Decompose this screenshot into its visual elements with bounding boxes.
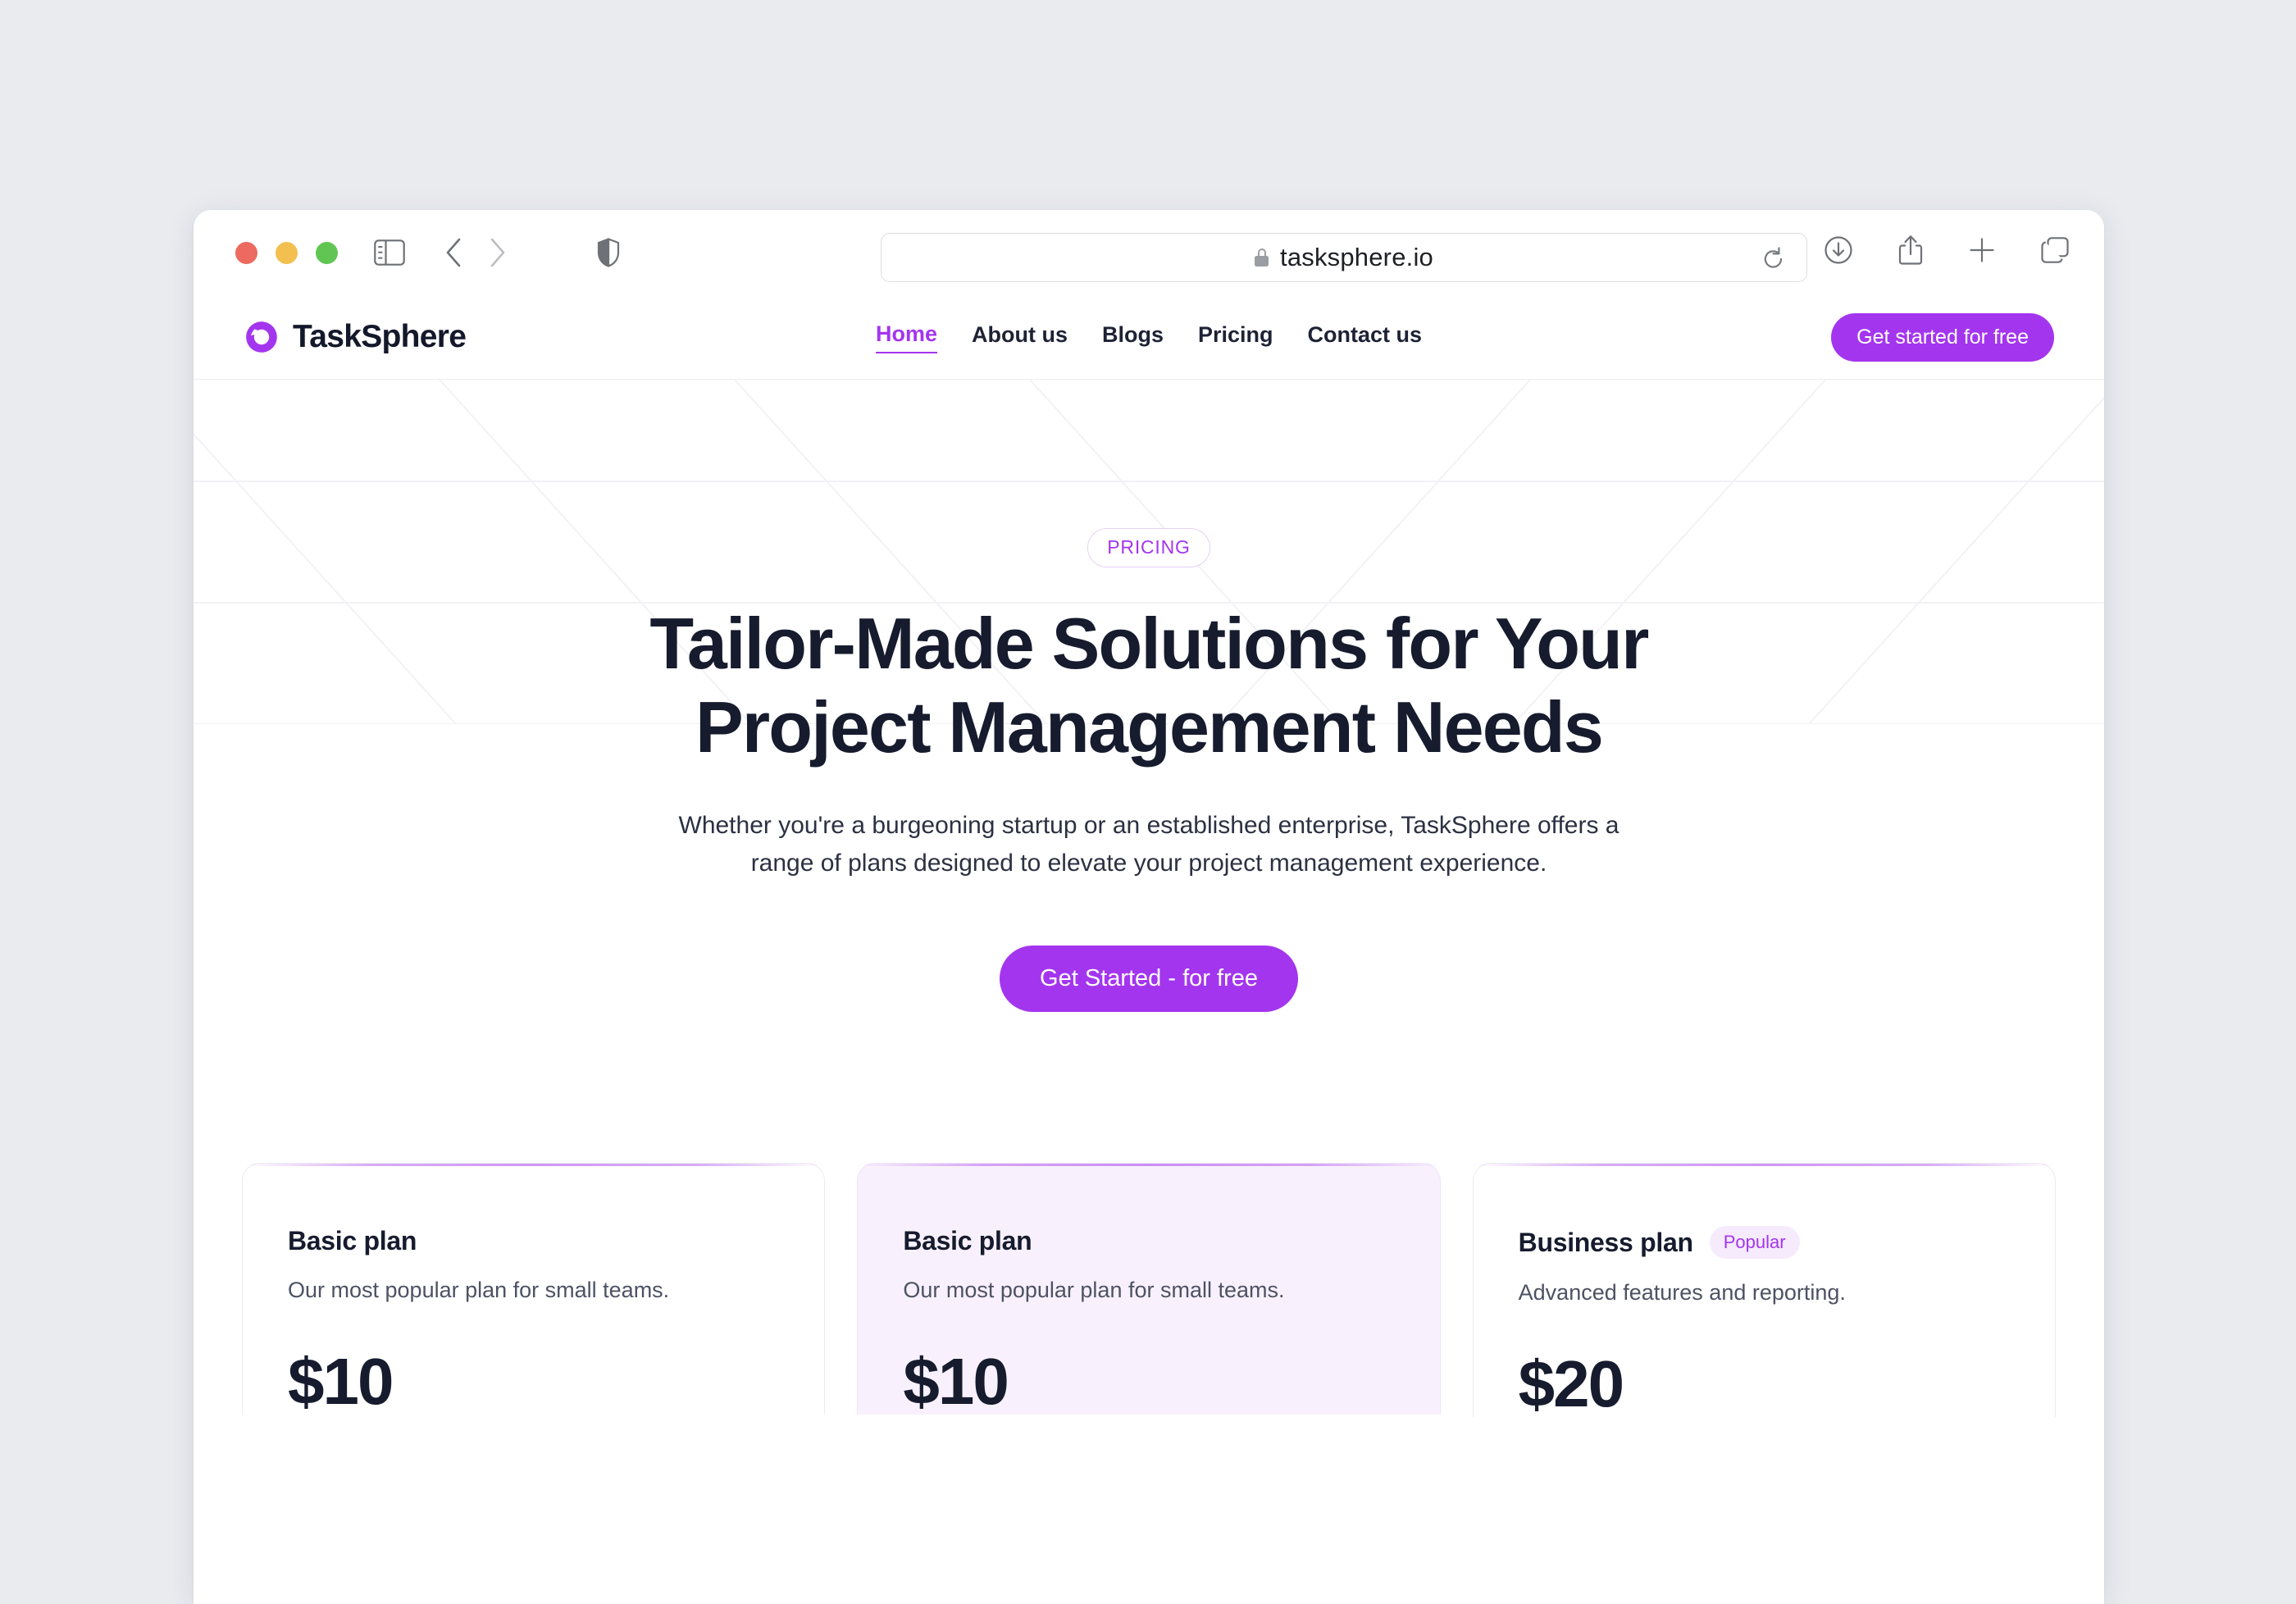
tab-overview-icon[interactable] [2040, 236, 2070, 264]
pricing-card-basic-featured[interactable]: Basic plan Our most popular plan for sma… [857, 1163, 1441, 1418]
pricing-card-header: Basic plan [903, 1226, 1394, 1256]
forward-button[interactable] [489, 237, 507, 268]
new-tab-icon[interactable] [1968, 236, 1996, 264]
pricing-card-title: Basic plan [288, 1226, 417, 1256]
pricing-card-title: Business plan [1518, 1227, 1693, 1257]
hero-headline: Tailor-Made Solutions for Your Project M… [649, 603, 1649, 768]
pricing-card-price: $10 [903, 1345, 1009, 1418]
lock-icon [1255, 248, 1269, 267]
hero-subheading: Whether you're a burgeoning startup or a… [678, 812, 1620, 877]
browser-navigation-arrows [444, 237, 507, 268]
pricing-card-popular-badge: Popular [1709, 1226, 1800, 1260]
nav-item-home[interactable]: Home [875, 321, 937, 353]
window-traffic-lights [235, 241, 338, 264]
reload-icon[interactable] [1762, 247, 1785, 276]
browser-window: tasksphere.io TaskSphere Home About us B… [194, 210, 2104, 1604]
pricing-card-description: Our most popular plan for small teams. [903, 1278, 1285, 1303]
pricing-card-price: $10 [288, 1345, 394, 1418]
nav-item-pricing[interactable]: Pricing [1198, 322, 1273, 353]
sidebar-toggle-icon[interactable] [374, 239, 405, 266]
pricing-card-header: Basic plan [288, 1226, 779, 1256]
pricing-card-title: Basic plan [903, 1226, 1032, 1256]
back-button[interactable] [444, 237, 462, 268]
pricing-card-description: Advanced features and reporting. [1518, 1280, 1846, 1306]
pricing-card-price: $20 [1518, 1347, 1624, 1418]
close-window-button[interactable] [235, 241, 257, 264]
browser-toolbar-right [1824, 235, 2070, 266]
pricing-card-description: Our most popular plan for small teams. [288, 1278, 670, 1303]
hero-content: PRICING Tailor-Made Solutions for Your P… [194, 528, 2104, 1013]
pricing-card-header: Business plan Popular [1518, 1226, 2010, 1260]
hero-section: PRICING Tailor-Made Solutions for Your P… [194, 380, 2104, 1418]
share-icon[interactable] [1897, 235, 1924, 266]
downloads-icon[interactable] [1824, 235, 1853, 265]
browser-toolbar: tasksphere.io [194, 210, 2104, 295]
nav-item-about-us[interactable]: About us [972, 322, 1068, 353]
header-get-started-button[interactable]: Get started for free [1831, 312, 2054, 362]
privacy-shield-icon[interactable] [597, 238, 620, 267]
pricing-card-business[interactable]: Business plan Popular Advanced features … [1472, 1163, 2056, 1418]
hero-eyebrow-badge: PRICING [1087, 528, 1210, 567]
zoom-window-button[interactable] [316, 241, 338, 264]
nav-item-contact-us[interactable]: Contact us [1308, 322, 1423, 353]
address-bar-url: tasksphere.io [1280, 243, 1433, 271]
nav-item-blogs[interactable]: Blogs [1102, 322, 1164, 353]
minimize-window-button[interactable] [276, 241, 298, 264]
address-bar-content: tasksphere.io [1255, 243, 1433, 272]
address-bar[interactable]: tasksphere.io [881, 233, 1807, 282]
hero-get-started-button[interactable]: Get Started - for free [1000, 946, 1298, 1013]
pricing-cards: Basic plan Our most popular plan for sma… [194, 1163, 2104, 1418]
main-navigation: Home About us Blogs Pricing Contact us [194, 321, 2104, 353]
pricing-card-basic-left[interactable]: Basic plan Our most popular plan for sma… [242, 1163, 826, 1418]
site-header: TaskSphere Home About us Blogs Pricing C… [194, 295, 2104, 380]
